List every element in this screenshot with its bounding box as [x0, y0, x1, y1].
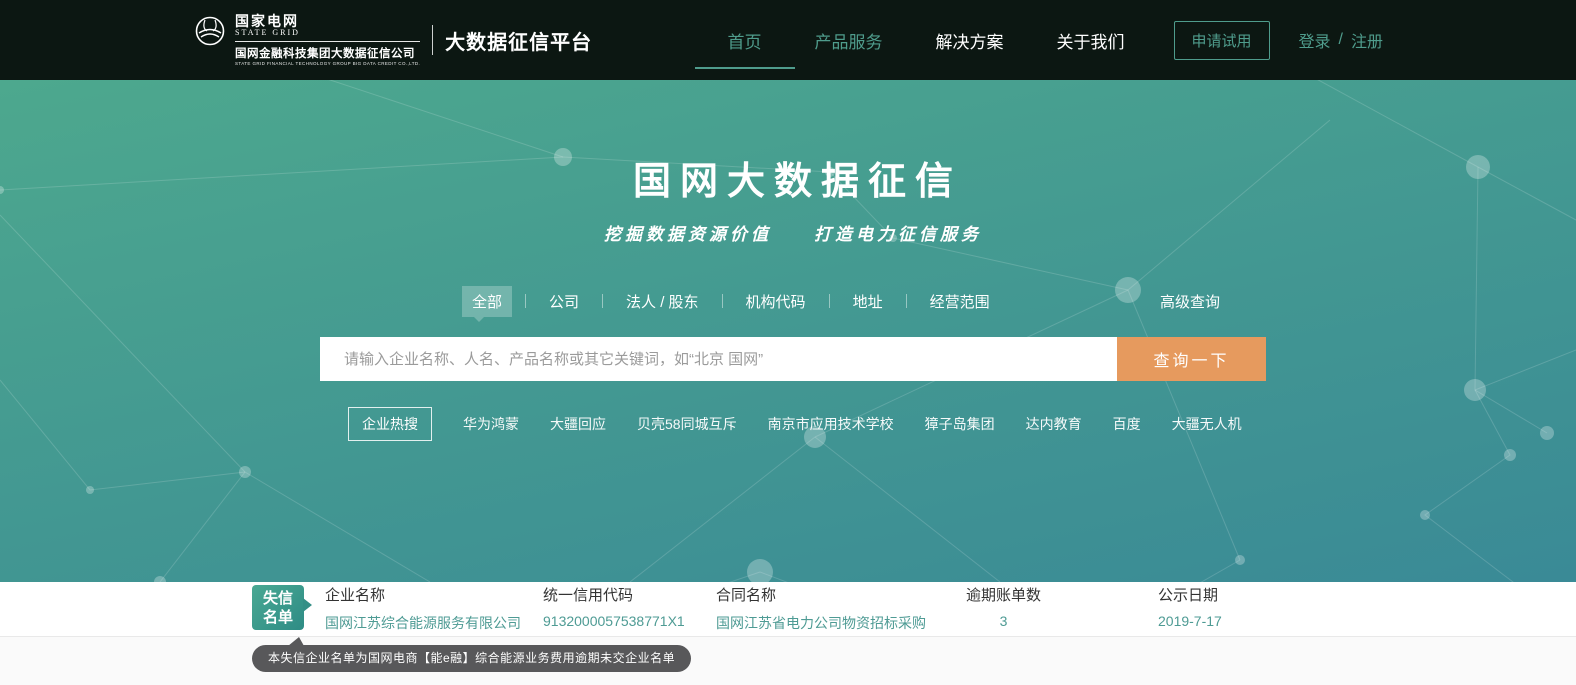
brand-name: 国家电网 — [235, 14, 420, 29]
tab-divider — [722, 294, 723, 308]
platform-title: 大数据征信平台 — [445, 26, 592, 55]
hot-search-item[interactable]: 大疆无人机 — [1172, 414, 1242, 434]
nav-item-about[interactable]: 关于我们 — [1057, 0, 1125, 80]
search-tab-legal-person[interactable]: 法人 / 股东 — [616, 286, 709, 317]
blacklist-section: 失信 名单 企业名称 国网江苏综合能源服务有限公司 统一信用代码 9132000… — [0, 582, 1576, 685]
login-link[interactable]: 登录 — [1299, 28, 1331, 52]
bottom-lower-strip — [0, 636, 1576, 685]
column-header: 企业名称 — [325, 588, 521, 604]
blacklist-column-contract: 合同名称 国网江苏省电力公司物资招标采购 — [716, 588, 926, 633]
search-tab-org-code[interactable]: 机构代码 — [736, 286, 816, 317]
hot-search-item[interactable]: 华为鸿蒙 — [463, 414, 519, 434]
nav-item-solutions[interactable]: 解决方案 — [936, 0, 1004, 80]
column-header: 公示日期 — [1158, 588, 1222, 604]
hero-title: 国网大数据征信 — [320, 150, 1266, 205]
blacklist-column-publish-date: 公示日期 2019-7-17 — [1158, 588, 1222, 629]
search-tab-business-scope[interactable]: 经营范围 — [920, 286, 1000, 317]
hot-search-row: 企业热搜 华为鸿蒙 大疆回应 贝壳58同城互斥 南京市应用技术学校 獐子岛集团 … — [320, 407, 1266, 441]
tab-divider — [602, 294, 603, 308]
hot-search-item[interactable]: 百度 — [1113, 414, 1141, 434]
badge-line: 失信 — [263, 589, 293, 608]
search-tab-company[interactable]: 公司 — [539, 286, 589, 317]
search-bar: 查询一下 — [320, 337, 1266, 381]
search-tab-all[interactable]: 全部 — [462, 286, 512, 317]
hot-search-item[interactable]: 达内教育 — [1026, 414, 1082, 434]
nav-item-label: 解决方案 — [936, 28, 1004, 53]
search-tabs-row: 全部 公司 法人 / 股东 机构代码 地址 经营范围 高级查询 — [320, 286, 1266, 316]
top-navigation-bar: 国家电网 State Grid 国网金融科技集团大数据征信公司 STATE GR… — [0, 0, 1576, 80]
auth-links: 登录 / 注册 — [1299, 28, 1383, 52]
column-value: 3 — [966, 613, 1041, 629]
nav-item-home[interactable]: 首页 — [728, 0, 762, 80]
column-value: 9132000057538771X1 — [543, 613, 685, 629]
nav-item-label: 产品服务 — [815, 28, 883, 53]
hot-search-item[interactable]: 獐子岛集团 — [925, 414, 995, 434]
tab-divider — [525, 294, 526, 308]
column-header: 合同名称 — [716, 588, 926, 604]
blacklist-badge: 失信 名单 — [252, 585, 304, 630]
auth-divider: / — [1339, 31, 1343, 49]
column-value: 国网江苏省电力公司物资招标采购 — [716, 613, 926, 633]
badge-line: 名单 — [263, 608, 293, 627]
search-tab-address[interactable]: 地址 — [843, 286, 893, 317]
main-navigation: 首页 产品服务 解决方案 关于我们 — [728, 0, 1125, 80]
tab-divider — [906, 294, 907, 308]
state-grid-logo-icon — [195, 16, 225, 46]
logo-text-block: 国家电网 State Grid 国网金融科技集团大数据征信公司 STATE GR… — [235, 14, 420, 66]
nav-item-label: 首页 — [728, 28, 762, 53]
column-value[interactable]: 国网江苏综合能源服务有限公司 — [325, 613, 521, 633]
column-header: 逾期账单数 — [966, 588, 1041, 604]
hot-search-item[interactable]: 贝壳58同城互斥 — [637, 414, 737, 434]
nav-item-products[interactable]: 产品服务 — [815, 0, 883, 80]
company-name-en: STATE GRID FINANCIAL TECHNOLOGY GROUP BI… — [235, 61, 420, 66]
company-name: 国网金融科技集团大数据征信公司 — [235, 41, 420, 61]
brand-name-en: State Grid — [235, 29, 420, 37]
hero-section: 国网大数据征信 挖掘数据资源价值 打造电力征信服务 全部 公司 法人 / 股东 … — [0, 80, 1576, 582]
state-grid-logo: 国家电网 State Grid 国网金融科技集团大数据征信公司 STATE GR… — [195, 14, 420, 66]
logo-divider — [432, 25, 433, 55]
column-header: 统一信用代码 — [543, 588, 685, 604]
blacklist-column-overdue-bills: 逾期账单数 3 — [966, 588, 1041, 629]
hot-search-label: 企业热搜 — [348, 407, 432, 441]
search-input[interactable] — [320, 337, 1117, 381]
register-link[interactable]: 注册 — [1351, 28, 1383, 52]
hot-search-item[interactable]: 南京市应用技术学校 — [768, 414, 894, 434]
blacklist-column-company: 企业名称 国网江苏综合能源服务有限公司 — [325, 588, 521, 633]
column-value: 2019-7-17 — [1158, 613, 1222, 629]
blacklist-column-credit-code: 统一信用代码 9132000057538771X1 — [543, 588, 685, 629]
nav-item-label: 关于我们 — [1057, 28, 1125, 53]
apply-trial-button[interactable]: 申请试用 — [1174, 21, 1270, 60]
search-button[interactable]: 查询一下 — [1117, 337, 1266, 381]
blacklist-tooltip: 本失信企业名单为国网电商【能e融】综合能源业务费用逾期未交企业名单 — [252, 645, 691, 672]
hero-subtitle: 挖掘数据资源价值 打造电力征信服务 — [320, 220, 1266, 245]
hot-search-item[interactable]: 大疆回应 — [550, 414, 606, 434]
tab-divider — [829, 294, 830, 308]
hero-content: 国网大数据征信 挖掘数据资源价值 打造电力征信服务 全部 公司 法人 / 股东 … — [320, 80, 1266, 441]
advanced-query-link[interactable]: 高级查询 — [1160, 291, 1266, 312]
